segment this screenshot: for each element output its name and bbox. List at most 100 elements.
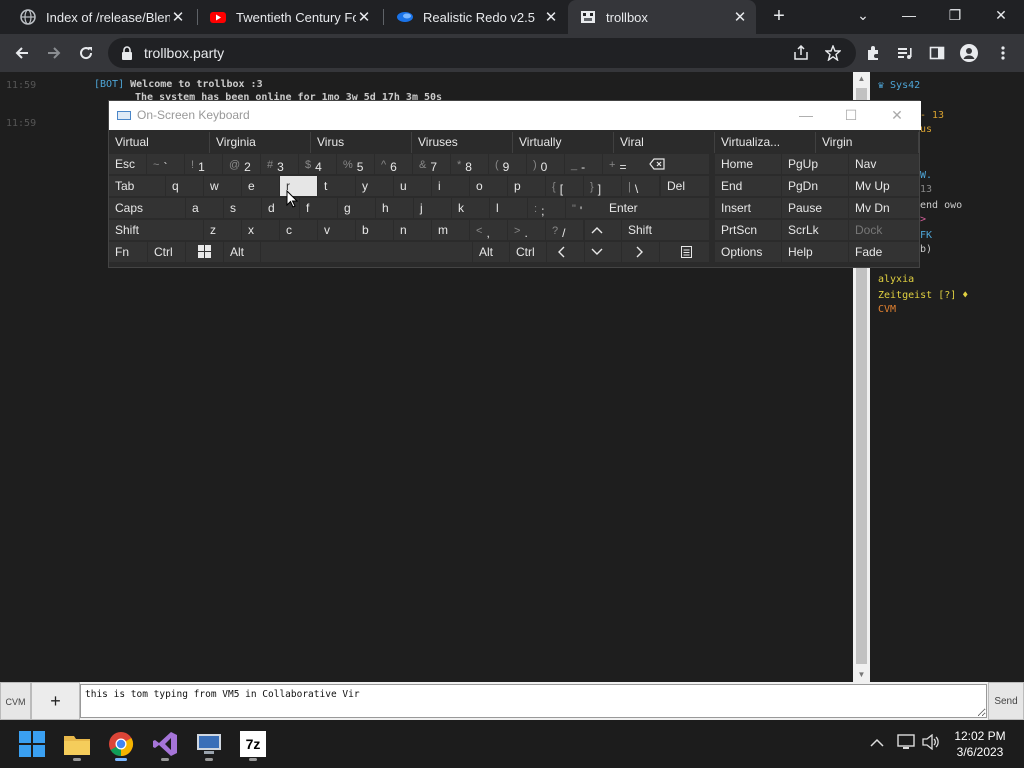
key-pause[interactable]: Pause	[782, 198, 848, 218]
prediction-suggestion[interactable]: Virtually	[513, 132, 614, 153]
send-button[interactable]: Send	[988, 682, 1024, 720]
tab-search-button[interactable]: ⌄	[840, 0, 886, 32]
osk-maximize-button[interactable]: ☐	[836, 105, 866, 125]
prediction-suggestion[interactable]: Viral	[614, 132, 715, 153]
key-arrow-down[interactable]	[585, 242, 621, 262]
key-alt-right[interactable]: Alt	[473, 242, 509, 262]
key-help[interactable]: Help	[782, 242, 848, 262]
key-t[interactable]: t	[318, 176, 355, 196]
key-dock[interactable]: Dock	[849, 220, 919, 240]
close-icon[interactable]: ✕	[356, 8, 372, 26]
tab-blender-index[interactable]: Index of /release/Blend ✕	[8, 0, 194, 34]
key-i[interactable]: i	[432, 176, 469, 196]
key-ctrl-left[interactable]: Ctrl	[148, 242, 185, 262]
user-list-entry[interactable]: - 13	[920, 110, 944, 121]
close-icon[interactable]: ✕	[732, 8, 748, 26]
back-button[interactable]	[8, 39, 36, 67]
reload-button[interactable]	[72, 39, 100, 67]
key-arrow-left[interactable]	[547, 242, 584, 262]
key-print-screen[interactable]: PrtScn	[715, 220, 781, 240]
add-button[interactable]: +	[31, 682, 80, 720]
window-close-button[interactable]: ✕	[978, 0, 1024, 32]
taskbar-7zip[interactable]: 7z	[237, 728, 269, 761]
maximize-button[interactable]: ❐	[932, 0, 978, 32]
taskbar-visual-studio[interactable]	[149, 728, 181, 761]
key-bracket[interactable]: }]	[584, 176, 621, 196]
extensions-icon[interactable]	[862, 42, 884, 64]
user-list-entry[interactable]: FK	[920, 230, 932, 241]
key-home[interactable]: Home	[715, 154, 781, 174]
key-backtick[interactable]: ~ `	[147, 154, 184, 174]
user-list-entry[interactable]: CVM	[878, 304, 896, 315]
key-x[interactable]: x	[242, 220, 279, 240]
key-digit[interactable]: $4	[299, 154, 336, 174]
key-move-down[interactable]: Mv Dn	[849, 198, 919, 218]
key-y[interactable]: y	[356, 176, 393, 196]
taskbar-chrome[interactable]	[105, 728, 137, 761]
key-arrow-right[interactable]	[622, 242, 659, 262]
user-list-entry[interactable]: end owo	[920, 200, 962, 211]
bookmark-star-icon[interactable]	[822, 42, 844, 64]
taskbar-remote-desktop[interactable]	[193, 728, 225, 761]
user-list-entry[interactable]: us	[920, 124, 932, 135]
key-l[interactable]: l	[490, 198, 527, 218]
tab-realistic-redo[interactable]: Realistic Redo v2.5 ✕	[385, 0, 567, 34]
user-list-entry[interactable]: Zeitgeist [?] ♦	[878, 290, 968, 301]
key-esc[interactable]: Esc	[109, 154, 146, 174]
key-windows[interactable]	[186, 242, 223, 262]
key-h[interactable]: h	[376, 198, 413, 218]
osk-titlebar[interactable]: On-Screen Keyboard — ☐ ✕	[109, 101, 921, 130]
key-page-up[interactable]: PgUp	[782, 154, 848, 174]
key-digit[interactable]: & 7	[413, 154, 450, 174]
scroll-up-icon[interactable]: ▲	[853, 72, 870, 86]
key-delete[interactable]: Del	[661, 176, 709, 196]
key-digit[interactable]: _ -	[565, 154, 602, 174]
key-f[interactable]: f	[300, 198, 337, 218]
key-w[interactable]: w	[204, 176, 241, 196]
user-list-entry[interactable]: W.	[920, 170, 932, 181]
key-punctuation[interactable]: <,	[470, 220, 507, 240]
user-list-entry[interactable]: b)	[920, 244, 932, 255]
volume-icon[interactable]	[922, 733, 940, 753]
media-controls-icon[interactable]	[894, 42, 916, 64]
key-page-down[interactable]: PgDn	[782, 176, 848, 196]
key-bracket[interactable]: {[	[546, 176, 583, 196]
tab-trollbox[interactable]: trollbox ✕	[568, 0, 756, 34]
key-b[interactable]: b	[356, 220, 393, 240]
key-o[interactable]: o	[470, 176, 507, 196]
menu-kebab-icon[interactable]	[992, 42, 1014, 64]
user-list-entry[interactable]: >	[920, 214, 926, 225]
close-icon[interactable]: ✕	[543, 8, 559, 26]
key-ctrl-right[interactable]: Ctrl	[510, 242, 546, 262]
key-m[interactable]: m	[432, 220, 469, 240]
key-q[interactable]: q	[166, 176, 203, 196]
key-punctuation[interactable]: :;	[528, 198, 565, 218]
key-shift-right[interactable]: Shift	[622, 220, 709, 240]
start-button[interactable]	[16, 728, 48, 760]
key-punctuation[interactable]: " '	[566, 198, 603, 218]
key-digit[interactable]: (9	[489, 154, 526, 174]
prediction-suggestion[interactable]: Virgin	[816, 132, 919, 153]
key-c[interactable]: c	[280, 220, 317, 240]
key-punctuation[interactable]: >.	[508, 220, 545, 240]
key-k[interactable]: k	[452, 198, 489, 218]
key-fn[interactable]: Fn	[109, 242, 147, 262]
key-backspace[interactable]	[639, 154, 709, 174]
cvm-button[interactable]: CVM	[0, 682, 31, 720]
key-caps-lock[interactable]: Caps	[109, 198, 185, 218]
share-icon[interactable]	[790, 42, 812, 64]
key-p[interactable]: p	[508, 176, 545, 196]
prediction-suggestion[interactable]: Virginia	[210, 132, 311, 153]
scroll-down-icon[interactable]: ▼	[853, 668, 870, 682]
user-list-entry[interactable]: alyxia	[878, 274, 914, 285]
forward-button[interactable]	[40, 39, 68, 67]
key-alt-left[interactable]: Alt	[224, 242, 260, 262]
prediction-suggestion[interactable]: Virtual	[109, 132, 210, 153]
key-digit[interactable]: @2	[223, 154, 260, 174]
key-nav[interactable]: Nav	[849, 154, 919, 174]
key-digit[interactable]: ) 0	[527, 154, 564, 174]
profile-avatar-icon[interactable]	[958, 42, 980, 64]
key-digit[interactable]: #3	[261, 154, 298, 174]
key-n[interactable]: n	[394, 220, 431, 240]
key-g[interactable]: g	[338, 198, 375, 218]
